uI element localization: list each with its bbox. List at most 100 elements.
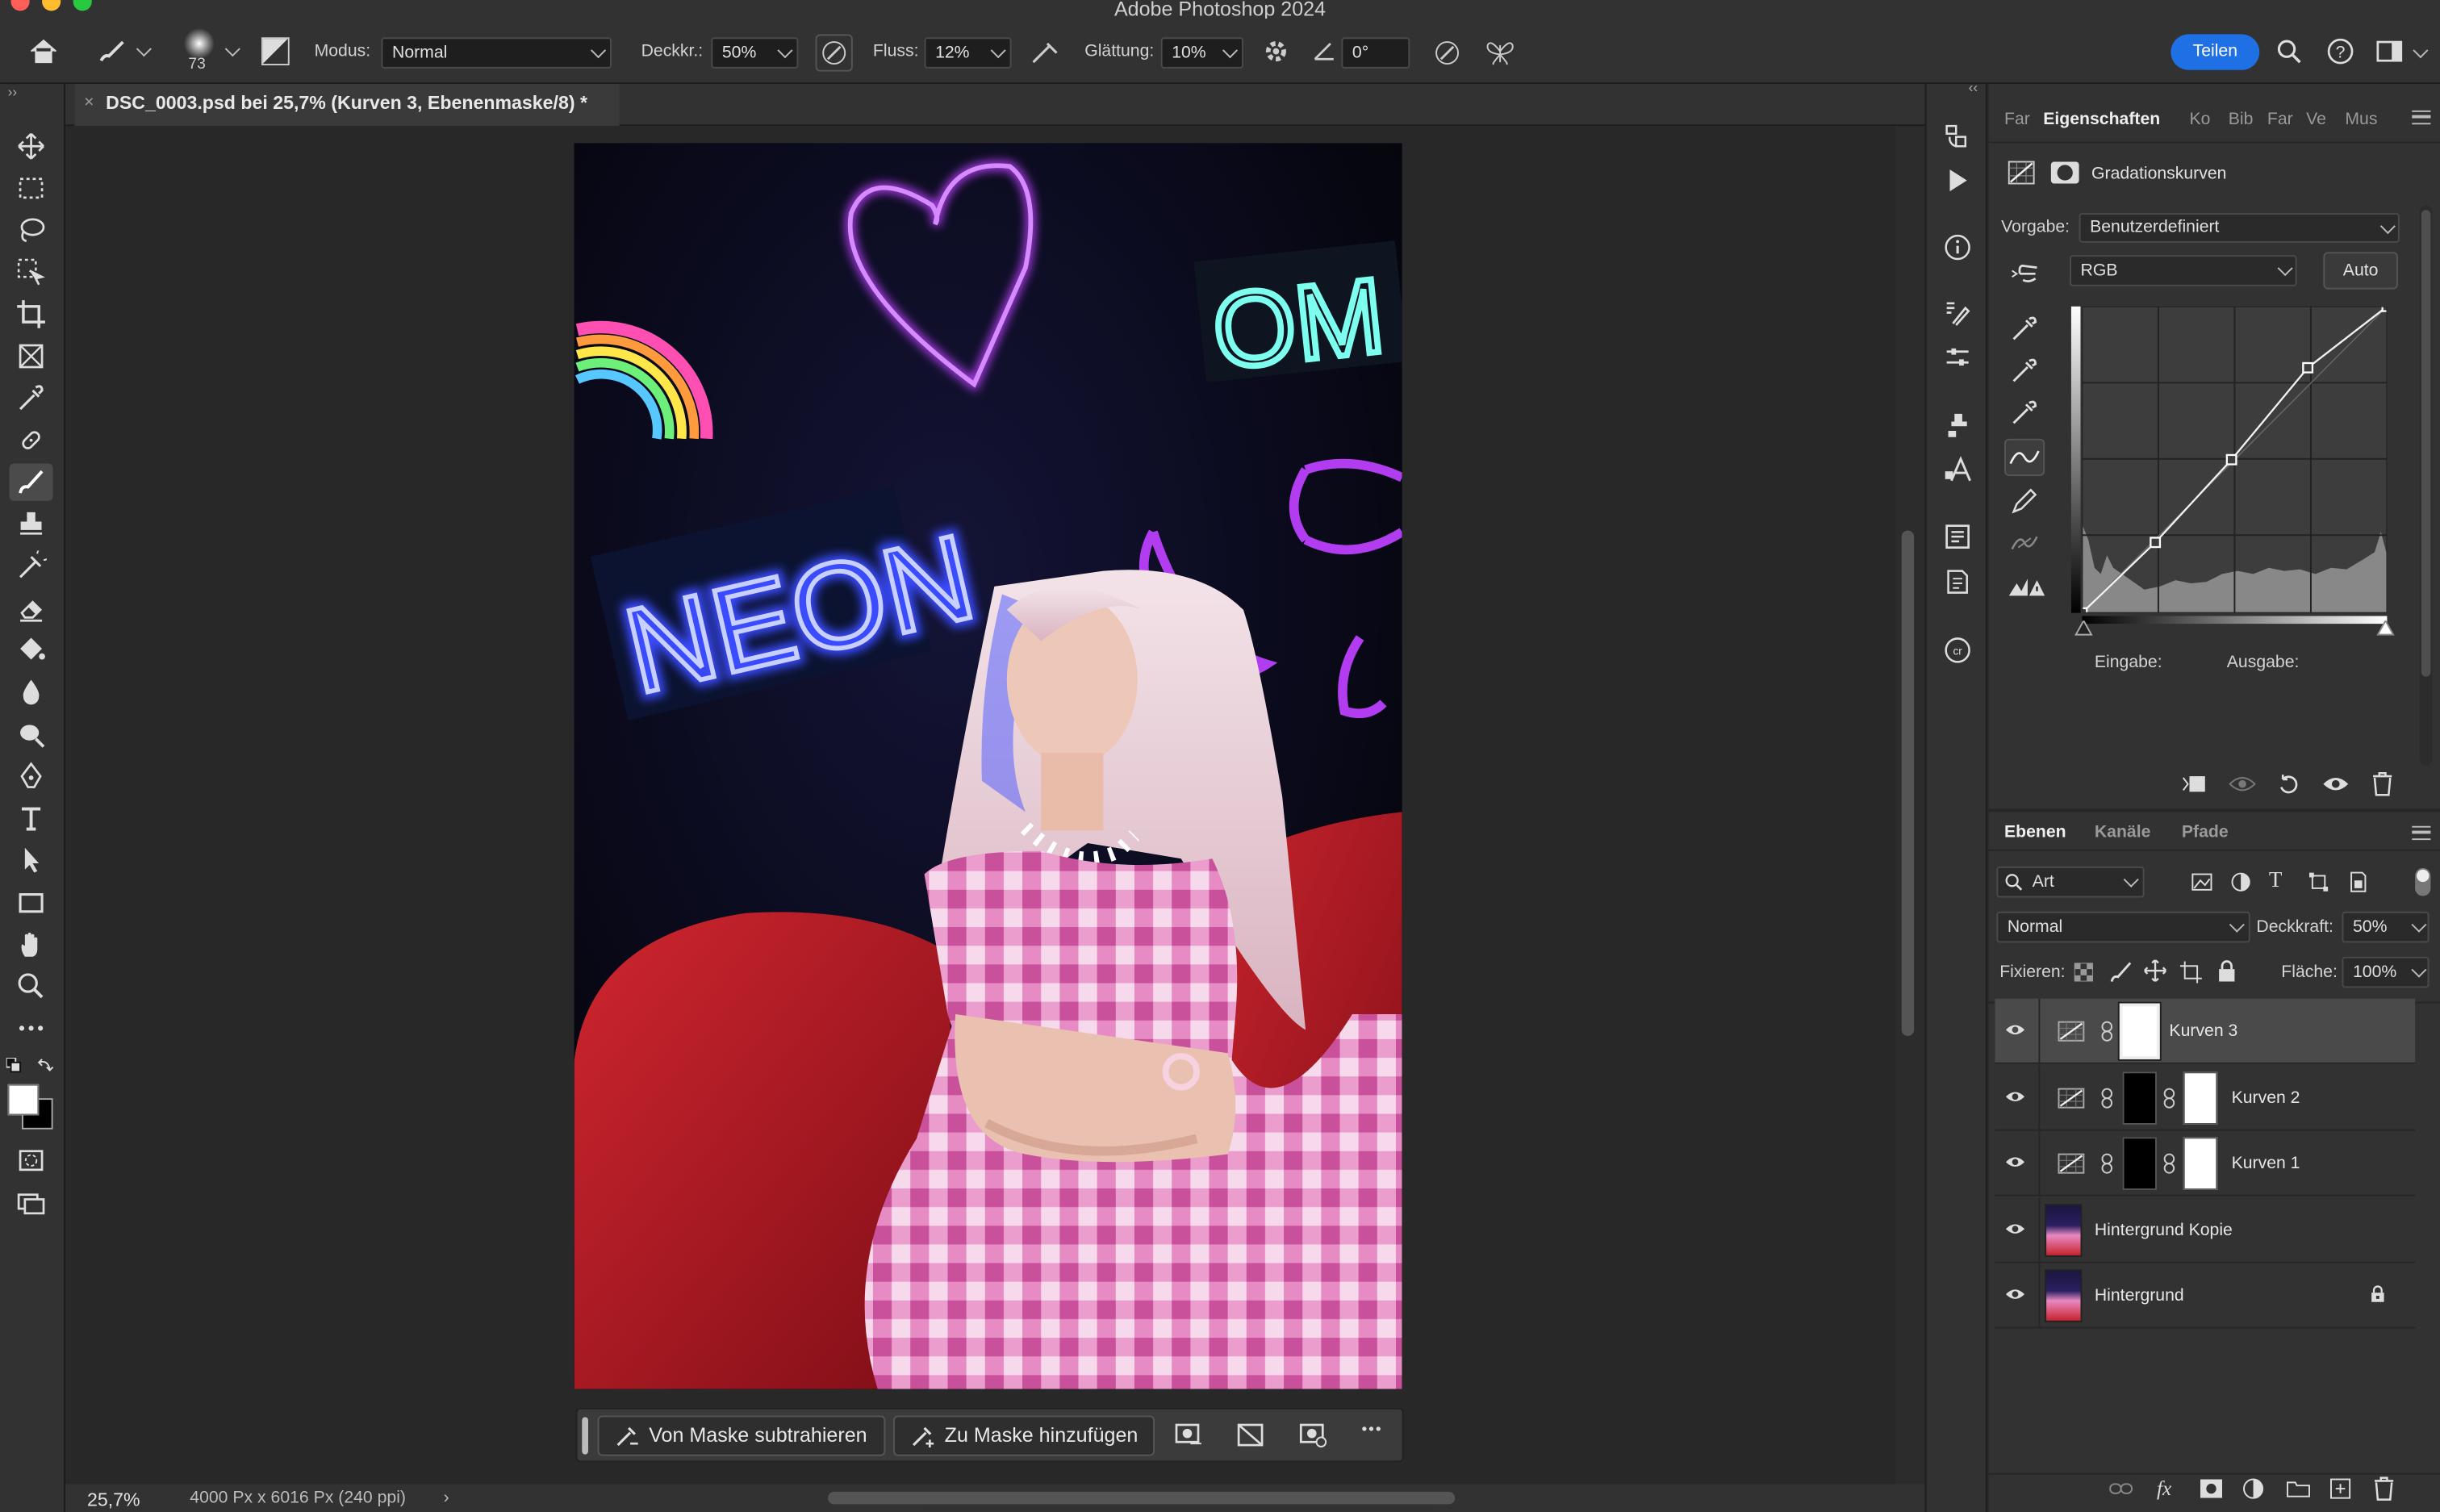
workspace-icon[interactable] <box>2376 39 2404 69</box>
channel-select[interactable]: RGB <box>2069 255 2297 286</box>
collapse-panels-icon[interactable]: ‹‹ <box>1969 79 1978 94</box>
visibility-eye-icon[interactable] <box>2004 1155 2026 1170</box>
content-credentials-icon[interactable]: cr <box>1939 633 1976 667</box>
tab-libraries[interactable]: Bib <box>2229 111 2254 129</box>
character-styles-icon[interactable] <box>1939 453 1976 487</box>
tab-layers[interactable]: Ebenen <box>2004 823 2066 842</box>
disable-mask-icon[interactable] <box>1237 1423 1265 1453</box>
blend-mode-select[interactable]: Normal <box>1996 911 2250 943</box>
new-group-icon[interactable] <box>2286 1480 2311 1503</box>
clone-stamp-tool-icon[interactable] <box>10 506 53 543</box>
curves-graph[interactable] <box>2070 306 2395 636</box>
airbrush-icon[interactable] <box>1029 37 1063 73</box>
gray-point-eyedropper-icon[interactable] <box>2011 357 2039 389</box>
tab-properties[interactable]: Eigenschaften <box>2043 111 2160 129</box>
clip-to-layer-icon[interactable] <box>2180 773 2208 800</box>
layer-name[interactable]: Kurven 1 <box>2232 1131 2300 1197</box>
swap-colors-icon[interactable] <box>36 1056 54 1080</box>
libraries-icon[interactable] <box>1939 520 1976 553</box>
more-tools-icon[interactable] <box>10 1009 53 1046</box>
subtract-from-mask-button[interactable]: Von Maske subtrahieren <box>597 1415 886 1456</box>
vertical-scrollbar[interactable] <box>1895 126 1925 1485</box>
link-icon[interactable] <box>2163 1153 2175 1175</box>
tab-swatches[interactable]: Far <box>2267 111 2293 129</box>
curve-points-tool-icon[interactable] <box>2003 438 2045 476</box>
layer-thumbnail[interactable] <box>2045 1204 2083 1257</box>
new-adjustment-layer-icon[interactable] <box>2242 1478 2264 1505</box>
tab-gradients[interactable]: Ve <box>2306 111 2326 129</box>
filter-smart-object-icon[interactable] <box>2346 871 2368 898</box>
layer-row-kurven-1[interactable]: Kurven 1 <box>1995 1130 2416 1197</box>
filter-type-icon[interactable]: T <box>2269 870 2283 895</box>
object-selection-tool-icon[interactable] <box>10 253 53 290</box>
pressure-size-icon[interactable] <box>1431 37 1463 73</box>
lock-pixels-icon[interactable] <box>2110 961 2132 988</box>
chevron-down-icon[interactable] <box>224 41 240 57</box>
brush-settings-icon[interactable] <box>1939 295 1976 329</box>
foreground-color-swatch[interactable] <box>7 1084 40 1116</box>
layer-name[interactable]: Kurven 3 <box>2169 999 2237 1064</box>
minimize-window-button[interactable] <box>42 0 61 11</box>
layer-name[interactable]: Hintergrund <box>2095 1263 2184 1329</box>
collapse-arrows-icon[interactable]: ›› <box>8 84 18 99</box>
path-selection-tool-icon[interactable] <box>10 842 53 879</box>
tab-paths[interactable]: Pfade <box>2182 823 2229 842</box>
healing-brush-tool-icon[interactable] <box>10 421 53 458</box>
clipping-warning-icon[interactable] <box>2008 574 2045 604</box>
preset-select[interactable]: Benutzerdefiniert <box>2079 213 2400 243</box>
brush-preset-icon[interactable] <box>97 37 128 69</box>
new-layer-icon[interactable] <box>2329 1478 2351 1505</box>
rectangle-tool-icon[interactable] <box>10 883 53 921</box>
status-menu-arrow[interactable]: › <box>444 1484 449 1512</box>
white-point-eyedropper-icon[interactable] <box>2011 399 2039 431</box>
home-icon[interactable] <box>28 37 60 69</box>
curve-control-point[interactable] <box>2225 453 2237 466</box>
filter-toggle-switch[interactable] <box>2415 867 2431 896</box>
filter-shape-icon[interactable] <box>2308 871 2329 898</box>
document-tab[interactable]: × DSC_0003.psd bei 25,7% (Kurven 3, Eben… <box>74 84 620 127</box>
invert-mask-icon[interactable] <box>1299 1423 1327 1453</box>
layer-row-hintergrund[interactable]: Hintergrund <box>1995 1263 2416 1329</box>
gear-icon[interactable] <box>1262 37 1290 69</box>
move-tool-icon[interactable] <box>10 127 53 165</box>
history-panel-icon[interactable] <box>1939 119 1976 152</box>
brush-tip-icon[interactable] <box>183 27 215 60</box>
properties-scrollbar[interactable] <box>2419 205 2433 766</box>
zoom-tool-icon[interactable] <box>10 967 53 1005</box>
clone-source-icon[interactable] <box>1939 407 1976 441</box>
share-button[interactable]: Teilen <box>2171 34 2260 70</box>
visibility-eye-icon[interactable] <box>2004 1221 2026 1236</box>
panel-menu-icon[interactable] <box>2412 825 2431 841</box>
hand-tool-icon[interactable] <box>10 925 53 963</box>
lock-transparent-icon[interactable] <box>2073 962 2094 986</box>
drag-handle-icon[interactable] <box>582 1417 588 1455</box>
document-canvas[interactable]: OM NEON NEON <box>574 143 1402 1389</box>
curve-chart[interactable] <box>2082 306 2388 613</box>
layer-name[interactable]: Hintergrund Kopie <box>2095 1198 2233 1263</box>
visibility-eye-icon[interactable] <box>2004 1089 2026 1105</box>
tab-corrections[interactable]: Ko <box>2189 111 2210 129</box>
layer-row-kurven-2[interactable]: Kurven 2 <box>1995 1065 2416 1131</box>
panel-menu-icon[interactable] <box>2412 110 2431 125</box>
add-to-mask-button[interactable]: Zu Maske hinzufügen <box>892 1415 1155 1456</box>
trash-icon[interactable] <box>2371 771 2393 801</box>
lock-all-icon[interactable] <box>2217 960 2236 987</box>
curve-control-point[interactable] <box>2302 361 2314 374</box>
screen-mode-icon[interactable] <box>10 1184 53 1221</box>
visibility-eye-icon[interactable] <box>2004 1022 2026 1038</box>
lasso-tool-icon[interactable] <box>10 211 53 249</box>
layer-mask-thumbnail[interactable] <box>2117 1001 2162 1061</box>
tab-color[interactable]: Far <box>2004 111 2030 129</box>
black-input-slider-icon[interactable] <box>2074 619 2093 641</box>
pen-tool-icon[interactable] <box>10 758 53 795</box>
link-icon[interactable] <box>2163 1088 2175 1109</box>
layer-mask-icon[interactable] <box>2050 161 2079 184</box>
angle-input[interactable]: 0° <box>1341 37 1410 69</box>
marquee-tool-icon[interactable] <box>10 169 53 207</box>
visibility-eye-icon[interactable] <box>2004 1286 2026 1301</box>
crop-tool-icon[interactable] <box>10 295 53 332</box>
paint-bucket-tool-icon[interactable] <box>10 632 53 669</box>
link-icon[interactable] <box>2101 1021 2113 1042</box>
pencil-draw-curve-icon[interactable] <box>2011 487 2039 519</box>
search-icon[interactable] <box>2276 39 2301 69</box>
